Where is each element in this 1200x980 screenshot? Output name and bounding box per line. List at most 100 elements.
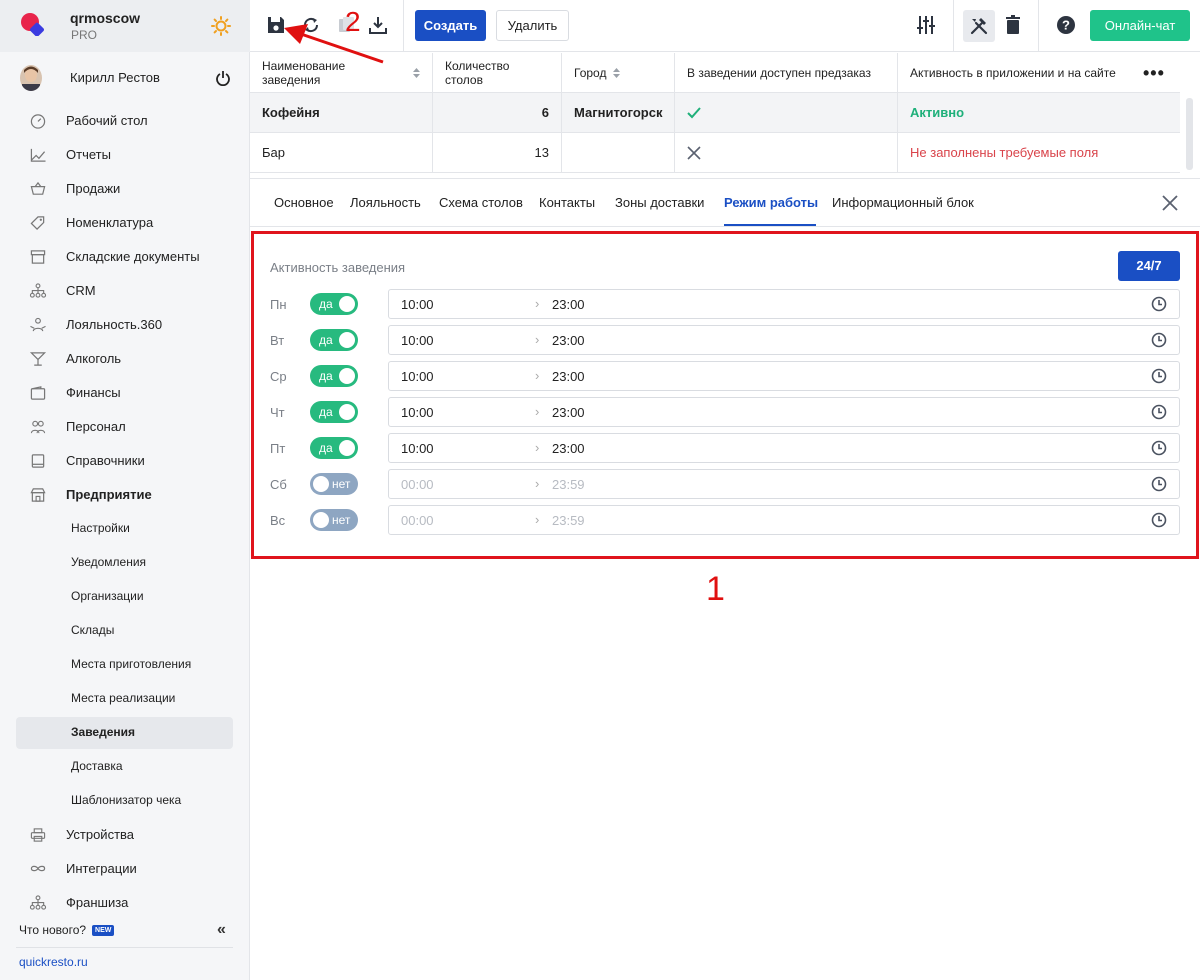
help-icon[interactable]: ? xyxy=(1055,14,1077,36)
time-to: 23:00 xyxy=(552,297,585,312)
time-to: 23:00 xyxy=(552,405,585,420)
tab-contacts[interactable]: Контакты xyxy=(539,195,595,210)
time-from: 00:00 xyxy=(401,477,434,492)
sidebar-item-2[interactable]: Отчеты xyxy=(16,139,233,171)
tab-working-hours[interactable]: Режим работы xyxy=(724,195,818,210)
day-toggle[interactable]: да xyxy=(310,365,358,387)
site-link[interactable]: quickresto.ru xyxy=(19,955,88,969)
whats-new-link[interactable]: Что нового? NEW xyxy=(19,923,115,937)
column-header-activity[interactable]: Активность в приложении и на сайте ••• xyxy=(898,53,1180,92)
sidebar-item-bottom-2[interactable]: Интеграции xyxy=(16,853,233,885)
time-range-input[interactable]: 10:00 › 23:00 xyxy=(388,325,1180,355)
sidebar-item-9[interactable]: Финансы xyxy=(16,377,233,409)
brand-plan: PRO xyxy=(71,28,98,42)
day-label: Пн xyxy=(270,297,287,312)
table-row[interactable]: Бар 13 Не заполнены требуемые поля xyxy=(250,133,1180,173)
clock-icon[interactable] xyxy=(1151,404,1167,420)
time-range-input[interactable]: 10:00 › 23:00 xyxy=(388,289,1180,319)
collapse-sidebar-icon[interactable]: « xyxy=(217,921,226,939)
sidebar-item-bottom-3[interactable]: Франшиза xyxy=(16,887,233,919)
day-toggle[interactable]: нет xyxy=(310,509,358,531)
sidebar-subitem-6[interactable]: Места реализации xyxy=(16,683,233,715)
day-toggle[interactable]: да xyxy=(310,437,358,459)
sidebar-item-7[interactable]: Лояльность.360 xyxy=(16,309,233,341)
store-icon xyxy=(30,488,46,502)
time-range-input[interactable]: 00:00 › 23:59 xyxy=(388,469,1180,499)
cell-tables: 13 xyxy=(433,133,562,172)
sidebar-subitem-9[interactable]: Шаблонизатор чека xyxy=(16,785,233,817)
clock-icon[interactable] xyxy=(1151,512,1167,528)
gauge-icon xyxy=(30,114,46,129)
clock-icon[interactable] xyxy=(1151,368,1167,384)
sliders-icon[interactable] xyxy=(915,14,937,36)
day-toggle[interactable]: да xyxy=(310,329,358,351)
sidebar-item-4[interactable]: Номенклатура xyxy=(16,207,233,239)
clock-icon[interactable] xyxy=(1151,440,1167,456)
day-toggle[interactable]: да xyxy=(310,293,358,315)
sidebar-item-12[interactable]: Предприятие xyxy=(16,479,233,511)
time-range-input[interactable]: 00:00 › 23:59 xyxy=(388,505,1180,535)
day-toggle[interactable]: да xyxy=(310,401,358,423)
tab-basic[interactable]: Основное xyxy=(274,195,334,210)
tools-button[interactable] xyxy=(963,10,995,42)
more-icon[interactable]: ••• xyxy=(1143,63,1165,84)
time-from: 00:00 xyxy=(401,513,434,528)
nav-label: Шаблонизатор чека xyxy=(71,793,182,807)
always-open-button[interactable]: 24/7 xyxy=(1118,251,1180,281)
sidebar-subitem-4[interactable]: Склады xyxy=(16,615,233,647)
time-range-input[interactable]: 10:00 › 23:00 xyxy=(388,361,1180,391)
clock-icon[interactable] xyxy=(1151,476,1167,492)
power-icon[interactable] xyxy=(215,70,231,86)
tab-info-block[interactable]: Информационный блок xyxy=(832,195,974,210)
close-icon[interactable] xyxy=(1161,194,1179,212)
scrollbar[interactable] xyxy=(1186,98,1193,170)
sidebar-subitem-5[interactable]: Места приготовления xyxy=(16,649,233,681)
time-range-input[interactable]: 10:00 › 23:00 xyxy=(388,397,1180,427)
sidebar-item-bottom-1[interactable]: Устройства xyxy=(16,819,233,851)
sidebar-subitem-1[interactable]: Настройки xyxy=(16,513,233,545)
clock-icon[interactable] xyxy=(1151,296,1167,312)
delete-button[interactable]: Удалить xyxy=(496,10,569,41)
table-header: Наименование заведения Количество столов… xyxy=(250,53,1180,93)
column-header-tables[interactable]: Количество столов xyxy=(433,53,562,92)
cross-icon xyxy=(687,145,701,160)
time-to: 23:00 xyxy=(552,441,585,456)
time-range-input[interactable]: 10:00 › 23:00 xyxy=(388,433,1180,463)
time-to: 23:00 xyxy=(552,369,585,384)
day-label: Чт xyxy=(270,405,285,420)
sidebar-item-10[interactable]: Персонал xyxy=(16,411,233,443)
clock-icon[interactable] xyxy=(1151,332,1167,348)
time-from: 10:00 xyxy=(401,333,434,348)
sidebar-subitem-2[interactable]: Уведомления xyxy=(16,547,233,579)
sidebar-subitem-7[interactable]: Заведения xyxy=(16,717,233,749)
sidebar-subitem-8[interactable]: Доставка xyxy=(16,751,233,783)
user-profile[interactable]: Кирилл Рестов xyxy=(0,60,250,96)
toggle-label: да xyxy=(319,333,333,347)
table-row[interactable]: Кофейня 6 Магнитогорск Активно xyxy=(250,93,1180,133)
toggle-label: да xyxy=(319,441,333,455)
time-to: 23:59 xyxy=(552,513,585,528)
brand-header[interactable]: qrmoscow PRO xyxy=(0,0,250,52)
annotation-1: 1 xyxy=(706,570,725,608)
sidebar-item-1[interactable]: Рабочий стол xyxy=(16,105,233,137)
tab-loyalty[interactable]: Лояльность xyxy=(350,195,421,210)
trash-icon[interactable] xyxy=(1002,14,1024,36)
nav-label: Франшиза xyxy=(66,895,129,910)
header-label: Город xyxy=(574,65,607,80)
sidebar-item-6[interactable]: CRM xyxy=(16,275,233,307)
archive-icon xyxy=(30,250,46,264)
sidebar-item-5[interactable]: Складские документы xyxy=(16,241,233,273)
sidebar-item-11[interactable]: Справочники xyxy=(16,445,233,477)
sidebar-subitem-3[interactable]: Организации xyxy=(16,581,233,613)
column-header-city[interactable]: Город xyxy=(562,53,675,92)
sidebar-item-8[interactable]: Алкоголь xyxy=(16,343,233,375)
cell-name: Кофейня xyxy=(250,93,433,132)
sidebar-item-3[interactable]: Продажи xyxy=(16,173,233,205)
tab-delivery-zones[interactable]: Зоны доставки xyxy=(615,195,704,210)
online-chat-button[interactable]: Онлайн-чат xyxy=(1090,10,1190,41)
column-header-preorder[interactable]: В заведении доступен предзаказ xyxy=(675,53,898,92)
day-toggle[interactable]: нет xyxy=(310,473,358,495)
tab-table-layout[interactable]: Схема столов xyxy=(439,195,523,210)
sun-icon[interactable] xyxy=(211,16,231,36)
column-header-name[interactable]: Наименование заведения xyxy=(250,53,433,92)
